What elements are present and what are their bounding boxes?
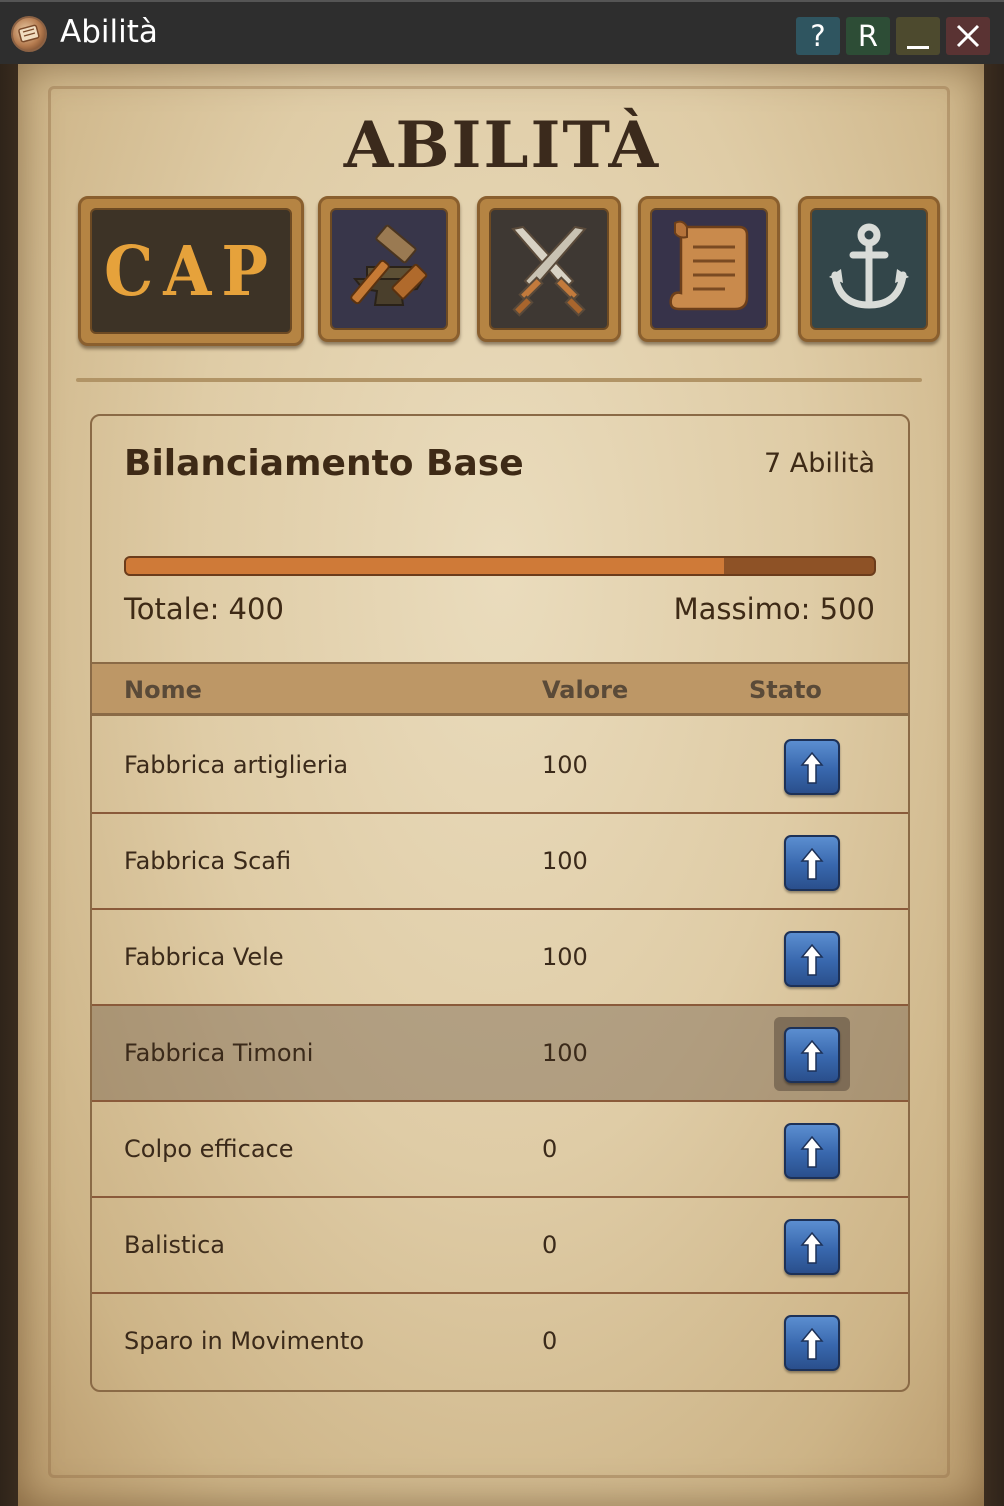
table-row: Fabbrica artiglieria 100 (92, 718, 908, 814)
table-row-highlighted: Fabbrica Timoni 100 (92, 1006, 908, 1102)
arrow-up-icon (800, 751, 824, 784)
close-button[interactable] (946, 17, 990, 55)
skills-table-body: Fabbrica artiglieria 100 Fabbrica Scafi … (92, 718, 908, 1390)
upgrade-button[interactable] (784, 1027, 840, 1083)
arrow-up-icon (800, 1231, 824, 1264)
upgrade-button[interactable] (784, 1123, 840, 1179)
title-bar: Abilità ? R (0, 0, 1004, 64)
skill-value: 100 (542, 847, 588, 875)
skill-value: 0 (542, 1231, 558, 1259)
skill-name: Fabbrica Vele (124, 943, 284, 971)
r-button[interactable]: R (846, 17, 890, 55)
arrow-up-icon (800, 1135, 824, 1168)
max-points: Massimo: 500 (673, 592, 875, 626)
tab-combat[interactable] (477, 196, 621, 342)
column-header-status: Stato (749, 676, 822, 704)
tab-scroll[interactable] (638, 196, 780, 342)
points-progress-bar (124, 556, 876, 576)
skill-count: 7 Abilità (763, 448, 875, 479)
table-row: Fabbrica Scafi 100 (92, 814, 908, 910)
upgrade-button[interactable] (784, 931, 840, 987)
close-icon (956, 24, 980, 48)
skill-value: 100 (542, 943, 588, 971)
points-progress-fill (126, 558, 725, 574)
upgrade-button[interactable] (784, 739, 840, 795)
table-row: Colpo efficace 0 (92, 1102, 908, 1198)
minimize-icon (907, 45, 929, 49)
table-row: Sparo in Movimento 0 (92, 1294, 908, 1390)
panel-title: ABILITÀ (343, 108, 661, 183)
skill-name: Balistica (124, 1231, 225, 1259)
minimize-button[interactable] (896, 17, 940, 55)
skill-name: Colpo efficace (124, 1135, 294, 1163)
skill-name: Fabbrica Timoni (124, 1039, 314, 1067)
scroll-icon (669, 220, 749, 311)
skill-value: 0 (542, 1327, 558, 1355)
table-row: Balistica 0 (92, 1198, 908, 1294)
skill-name: Fabbrica artiglieria (124, 751, 349, 779)
skill-value: 100 (542, 1039, 588, 1067)
arrow-up-icon (800, 1039, 824, 1072)
skill-name: Fabbrica Scafi (124, 847, 292, 875)
app-logo-icon (11, 16, 47, 52)
total-points: Totale: 400 (124, 592, 284, 626)
table-row: Fabbrica Vele 100 (92, 910, 908, 1006)
tab-anchor[interactable] (798, 196, 940, 342)
skill-value: 100 (542, 751, 588, 779)
arrow-up-icon (800, 847, 824, 880)
crossed-swords-icon (511, 225, 587, 317)
window-title: Abilità (60, 14, 158, 50)
skill-name: Sparo in Movimento (124, 1327, 365, 1355)
skill-value: 0 (542, 1135, 558, 1163)
column-header-name: Nome (124, 676, 202, 704)
hammer-anvil-icon (350, 224, 428, 306)
table-header: Nome Valore Stato (92, 662, 908, 716)
tab-crafting[interactable] (318, 196, 460, 342)
tabs-divider (76, 378, 922, 382)
tab-cap[interactable]: CAP (78, 196, 304, 346)
skill-group-title: Bilanciamento Base (124, 443, 524, 484)
column-header-value: Valore (542, 676, 629, 704)
upgrade-button[interactable] (784, 835, 840, 891)
help-button[interactable]: ? (796, 17, 840, 55)
upgrade-button[interactable] (784, 1219, 840, 1275)
anchor-icon (829, 223, 909, 309)
arrow-up-icon (800, 943, 824, 976)
upgrade-button[interactable] (784, 1315, 840, 1371)
arrow-up-icon (800, 1327, 824, 1360)
tab-cap-label: CAP (103, 230, 279, 312)
